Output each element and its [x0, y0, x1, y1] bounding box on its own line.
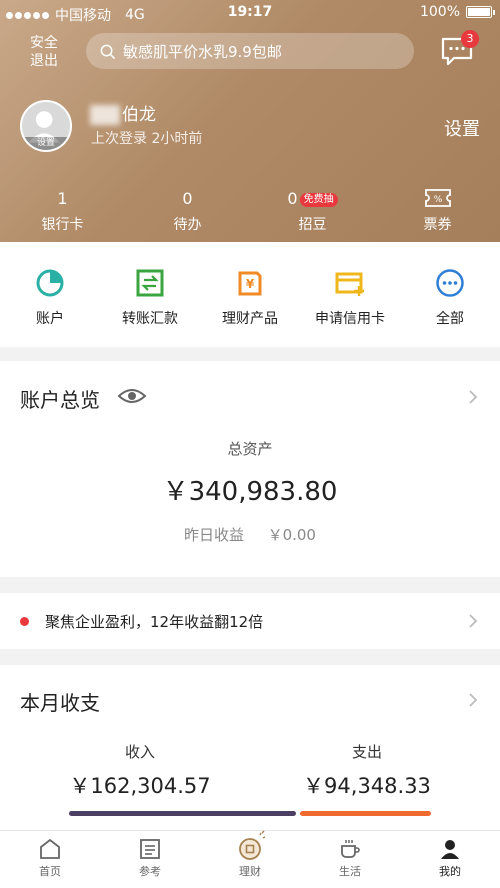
tab-reference[interactable]: 参考	[100, 837, 200, 879]
quick-all[interactable]: 全部	[400, 268, 500, 328]
reference-icon	[140, 839, 160, 859]
tab-bar: 首页 参考 理财 生活 我的	[0, 830, 500, 888]
total-assets-value: ￥340,983.80	[162, 477, 338, 507]
account-overview-card[interactable]: 账户总览 总资产 ￥340,983.80 昨日收益 ￥0.00	[0, 361, 500, 577]
yesterday-label: 昨日收益	[184, 526, 245, 544]
stat-todo-label: 待办	[173, 217, 202, 233]
promo-banner[interactable]: 聚焦企业盈利，12年收益翻12倍	[0, 593, 500, 649]
stat-todo[interactable]: 0 待办	[125, 188, 250, 234]
last-login: 上次登录 2小时前	[91, 131, 203, 147]
income-column: 收入 ￥162,304.57	[15, 741, 265, 800]
income-bar	[69, 811, 296, 816]
quick-account[interactable]: 账户	[0, 268, 100, 328]
stat-todo-value: 0	[182, 189, 193, 208]
tab-home[interactable]: 首页	[0, 837, 100, 879]
stat-bank-card[interactable]: 1 银行卡	[0, 188, 125, 234]
avatar[interactable]: 设置	[20, 100, 72, 152]
stat-bank-card-label: 银行卡	[41, 217, 84, 233]
expense-label: 支出	[351, 743, 382, 761]
user-name: 伯龙	[90, 100, 156, 125]
coin-icon	[239, 830, 266, 860]
monthly-title: 本月收支	[20, 691, 100, 715]
stat-bank-card-value: 1	[57, 189, 68, 208]
stat-beans-value: 0	[287, 189, 298, 208]
quick-transfer-label: 转账汇款	[122, 311, 178, 327]
stats-row: 1 银行卡 0 待办 0 免费抽 招豆 % 票券	[0, 188, 500, 236]
name-blur-mask	[90, 105, 120, 125]
tab-life-label: 生活	[339, 865, 361, 878]
quick-transfer[interactable]: 转账汇款	[100, 268, 200, 328]
income-value: ￥162,304.57	[69, 774, 211, 798]
battery-label: 100%	[419, 4, 460, 20]
user-name-text: 伯龙	[122, 105, 156, 125]
stat-coupons-label: 票券	[423, 217, 452, 233]
tab-mine-label: 我的	[439, 865, 461, 878]
yesterday-value: ￥0.00	[267, 526, 316, 544]
more-icon	[436, 269, 464, 297]
overview-title: 账户总览	[20, 388, 100, 412]
svg-text:%: %	[433, 195, 442, 205]
quick-credit-card[interactable]: 申请信用卡	[300, 268, 400, 328]
user-icon	[441, 840, 459, 859]
tab-wealth[interactable]: 理财	[200, 830, 300, 879]
battery-group: 100%	[419, 4, 495, 20]
promo-text: 聚焦企业盈利，12年收益翻12倍	[45, 613, 264, 631]
pie-chart-icon	[36, 269, 64, 297]
expense-column: 支出 ￥94,348.33	[242, 741, 492, 800]
safe-exit-button[interactable]: 安全 退出	[22, 34, 66, 70]
promo-dot	[20, 617, 29, 626]
svg-text:¥: ¥	[246, 277, 255, 291]
tab-mine[interactable]: 我的	[400, 837, 500, 879]
quick-all-label: 全部	[436, 311, 464, 327]
expense-bar	[300, 811, 431, 816]
quick-wealth[interactable]: ¥ 理财产品	[200, 268, 300, 328]
income-label: 收入	[124, 743, 155, 761]
quick-wealth-label: 理财产品	[222, 311, 278, 327]
home-icon	[40, 838, 60, 859]
tab-life[interactable]: 生活	[300, 837, 400, 879]
stat-coupons[interactable]: % 票券	[375, 188, 500, 234]
monthly-summary-card[interactable]: 本月收支 收入 ￥162,304.57 支出 ￥94,348.33	[0, 665, 500, 830]
transfer-icon	[136, 269, 164, 297]
battery-icon	[466, 6, 495, 18]
chevron-right-icon	[469, 693, 478, 707]
stat-beans[interactable]: 0 免费抽 招豆	[250, 188, 375, 234]
tab-home-label: 首页	[39, 865, 61, 878]
tab-wealth-label: 理财	[239, 865, 261, 878]
quick-account-label: 账户	[36, 311, 64, 327]
total-assets-label: 总资产	[227, 440, 273, 458]
quick-actions: 账户 转账汇款 ¥ 理财产品 申请信用卡 全部	[0, 242, 500, 347]
settings-link[interactable]: 设置	[444, 115, 480, 141]
status-bar: 中国移动 4G 19:17 100%	[0, 0, 500, 26]
wealth-icon: ¥	[238, 271, 262, 296]
tab-reference-label: 参考	[139, 865, 161, 878]
chevron-right-icon	[469, 614, 478, 628]
credit-card-icon	[335, 272, 364, 296]
search-icon	[100, 44, 115, 59]
eye-icon[interactable]	[117, 386, 147, 406]
avatar-settings-tag: 设置	[22, 137, 70, 150]
stat-beans-label: 招豆	[298, 217, 327, 233]
coffee-icon	[341, 840, 360, 858]
free-draw-badge: 免费抽	[299, 192, 338, 207]
search-placeholder: 敏感肌平价水乳9.9包邮	[123, 42, 282, 61]
expense-value: ￥94,348.33	[303, 774, 431, 798]
profile-header: 中国移动 4G 19:17 100% 安全 退出 敏感肌平价水乳9.9包邮 3 …	[0, 0, 500, 242]
search-bar[interactable]: 敏感肌平价水乳9.9包邮	[86, 33, 414, 69]
message-badge: 3	[461, 30, 479, 48]
quick-credit-card-label: 申请信用卡	[315, 311, 385, 327]
chevron-right-icon	[469, 390, 478, 404]
coupon-icon: %	[424, 189, 451, 207]
yesterday-earnings: 昨日收益 ￥0.00	[0, 524, 500, 545]
